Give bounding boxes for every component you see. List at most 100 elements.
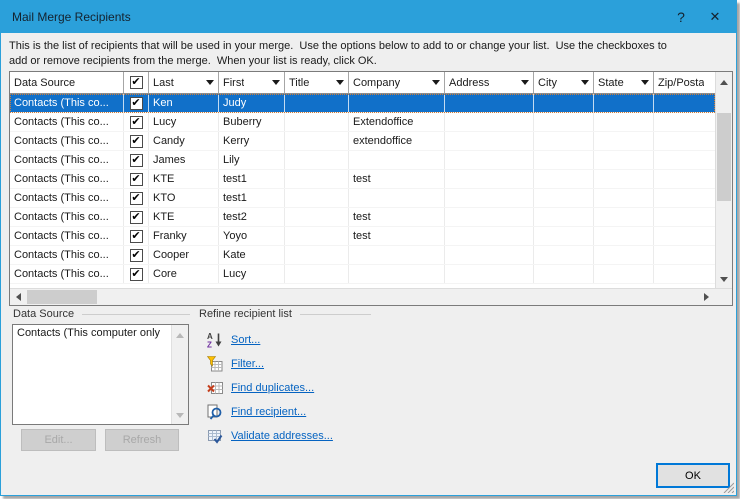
cell-last: KTE (149, 170, 219, 188)
find-recipient-link[interactable]: Find recipient... (231, 406, 306, 418)
cell-state (594, 151, 654, 169)
column-header-label: Zip/Posta (658, 77, 704, 89)
table-row[interactable]: Contacts (This co...✔LucyBuberryExtendof… (10, 113, 715, 132)
vertical-scrollbar-thumb[interactable] (717, 113, 731, 201)
cell-city (534, 151, 594, 169)
table-row[interactable]: Contacts (This co...✔CooperKate (10, 246, 715, 265)
row-checkbox[interactable]: ✔ (130, 116, 143, 129)
cell-check: ✔ (124, 151, 149, 169)
row-checkbox[interactable]: ✔ (130, 268, 143, 281)
resize-grip[interactable] (722, 481, 734, 493)
cell-address (445, 227, 534, 245)
cell-title (285, 113, 349, 131)
filter-link[interactable]: Filter... (231, 358, 264, 370)
listbox-scrollbar[interactable] (171, 325, 188, 424)
column-header-state[interactable]: State (594, 72, 654, 94)
table-header: Data Source ✔ Last FirstTitle Company Address… (10, 72, 715, 94)
column-sort-dropdown-icon[interactable] (272, 80, 280, 85)
arrow-up-icon (720, 80, 728, 85)
column-sort-dropdown-icon[interactable] (336, 80, 344, 85)
scrollbar-corner (715, 289, 732, 305)
table-row[interactable]: Contacts (This co...✔KTEtest1test (10, 170, 715, 189)
column-header-source[interactable]: Data Source (10, 72, 124, 94)
cell-last: Candy (149, 132, 219, 150)
cell-source: Contacts (This co... (10, 189, 124, 207)
cell-check: ✔ (124, 170, 149, 188)
cell-check: ✔ (124, 189, 149, 207)
scroll-right-button[interactable] (698, 289, 715, 305)
column-sort-dropdown-icon[interactable] (521, 80, 529, 85)
column-header-company[interactable]: Company (349, 72, 445, 94)
cell-city (534, 132, 594, 150)
horizontal-scrollbar-thumb[interactable] (27, 290, 97, 304)
vertical-scrollbar[interactable] (715, 72, 732, 288)
row-checkbox[interactable]: ✔ (130, 211, 143, 224)
help-button[interactable]: ? (664, 1, 698, 33)
cell-city (534, 189, 594, 207)
column-sort-dropdown-icon[interactable] (641, 80, 649, 85)
arrow-right-icon (704, 293, 709, 301)
column-header-address[interactable]: Address (445, 72, 534, 94)
column-sort-dropdown-icon[interactable] (581, 80, 589, 85)
scroll-left-button[interactable] (10, 289, 27, 305)
row-checkbox[interactable]: ✔ (130, 154, 143, 167)
cell-source: Contacts (This co... (10, 151, 124, 169)
select-all-checkbox[interactable]: ✔ (130, 76, 143, 89)
scroll-up-button[interactable] (716, 72, 732, 92)
column-header-first[interactable]: First (219, 72, 285, 94)
sort-link[interactable]: Sort... (231, 334, 260, 346)
cell-first: Lucy (219, 265, 285, 283)
scroll-down-button[interactable] (716, 271, 732, 288)
column-header-zip[interactable]: Zip/Posta (654, 72, 715, 94)
column-header-city[interactable]: City (534, 72, 594, 94)
row-checkbox[interactable]: ✔ (130, 97, 143, 110)
cell-zip (654, 227, 715, 245)
window-title: Mail Merge Recipients (1, 10, 664, 24)
close-button[interactable]: ✕ (698, 1, 732, 33)
column-header-label: Last (153, 77, 174, 89)
cell-first: Kerry (219, 132, 285, 150)
listbox-scroll-down-button[interactable] (172, 407, 188, 424)
horizontal-scrollbar[interactable] (10, 289, 715, 305)
ok-button[interactable]: OK (656, 463, 730, 488)
row-checkbox[interactable]: ✔ (130, 249, 143, 262)
listbox-scroll-up-button[interactable] (172, 325, 188, 345)
validate-addresses-link[interactable]: Validate addresses... (231, 430, 333, 442)
table-row[interactable]: Contacts (This co...✔JamesLily (10, 151, 715, 170)
column-header-check[interactable]: ✔ (124, 72, 149, 94)
cell-zip (654, 132, 715, 150)
cell-first: Kate (219, 246, 285, 264)
cell-address (445, 94, 534, 112)
find-duplicates-icon (207, 380, 223, 396)
cell-check: ✔ (124, 208, 149, 226)
find-duplicates-link[interactable]: Find duplicates... (231, 382, 314, 394)
column-header-label: Company (353, 77, 400, 89)
column-sort-dropdown-icon[interactable] (206, 80, 214, 85)
column-header-label: Address (449, 77, 489, 89)
data-source-listbox[interactable]: Contacts (This computer only (12, 324, 189, 425)
refresh-button[interactable]: Refresh (105, 429, 179, 451)
cell-company: test (349, 170, 445, 188)
edit-button[interactable]: Edit... (21, 429, 96, 451)
cell-title (285, 265, 349, 283)
cell-state (594, 189, 654, 207)
table-row[interactable]: Contacts (This co...✔CoreLucy (10, 265, 715, 284)
data-source-list-item[interactable]: Contacts (This computer only (17, 327, 160, 339)
table-row[interactable]: Contacts (This co...✔CandyKerryextendoff… (10, 132, 715, 151)
column-sort-dropdown-icon[interactable] (432, 80, 440, 85)
table-row[interactable]: Contacts (This co...✔FrankyYoyotest (10, 227, 715, 246)
table-row[interactable]: Contacts (This co...✔KenJudy (10, 94, 715, 113)
row-checkbox[interactable]: ✔ (130, 173, 143, 186)
row-checkbox[interactable]: ✔ (130, 135, 143, 148)
cell-company (349, 151, 445, 169)
row-checkbox[interactable]: ✔ (130, 192, 143, 205)
column-header-title[interactable]: Title (285, 72, 349, 94)
table-row[interactable]: Contacts (This co...✔KTEtest2test (10, 208, 715, 227)
arrow-up-icon (176, 333, 184, 338)
table-row[interactable]: Contacts (This co...✔KTOtest1 (10, 189, 715, 208)
cell-zip (654, 246, 715, 264)
column-header-last[interactable]: Last (149, 72, 219, 94)
row-checkbox[interactable]: ✔ (130, 230, 143, 243)
cell-source: Contacts (This co... (10, 94, 124, 112)
validate-addresses-link-row: Validate addresses... (207, 424, 333, 448)
